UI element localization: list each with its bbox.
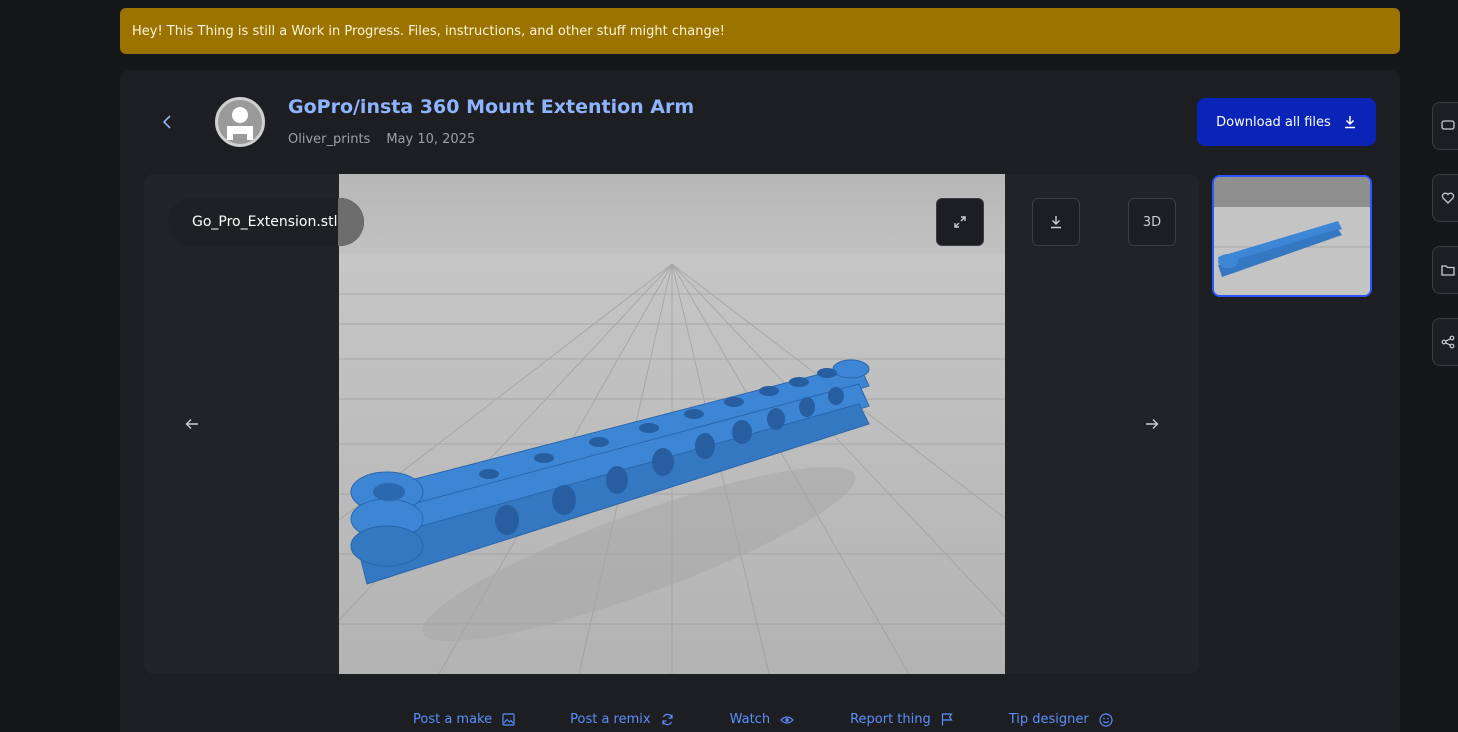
folder-icon — [1441, 265, 1455, 276]
wip-banner: Hey! This Thing is still a Work in Progr… — [120, 8, 1400, 54]
share-icon — [1441, 335, 1455, 349]
comment-icon — [1441, 120, 1455, 130]
download-all-label: Download all files — [1216, 114, 1331, 130]
download-icon — [1344, 116, 1355, 129]
smile-icon — [1099, 712, 1113, 727]
filename-label: Go_Pro_Extension.stl — [192, 214, 338, 230]
prev-image-button[interactable] — [180, 412, 204, 436]
tip-designer-label: Tip designer — [1008, 712, 1089, 727]
user-icon — [227, 107, 253, 140]
download-icon — [1051, 216, 1061, 229]
expand-icon — [954, 216, 966, 228]
share-side-button[interactable] — [1432, 318, 1458, 366]
post-remix-label: Post a remix — [570, 712, 651, 727]
post-make-action[interactable]: Post a make — [413, 712, 515, 727]
arrow-left-icon — [185, 419, 198, 429]
comments-side-button[interactable] — [1432, 102, 1458, 150]
image-icon — [502, 713, 515, 726]
filename-pill[interactable]: Go_Pro_Extension.stl — [168, 198, 364, 246]
chevron-left-icon — [162, 115, 171, 129]
fullscreen-button[interactable] — [936, 198, 984, 246]
thumbnail-item[interactable] — [1212, 175, 1372, 297]
wip-banner-text: Hey! This Thing is still a Work in Progr… — [132, 23, 725, 39]
thing-actions: Post a make Post a remix Watch Report th… — [413, 712, 1113, 727]
collect-side-button[interactable] — [1432, 246, 1458, 294]
next-image-button[interactable] — [1140, 412, 1164, 436]
thing-title[interactable]: GoPro/insta 360 Mount Extention Arm — [288, 96, 694, 118]
avatar[interactable] — [215, 97, 265, 147]
watch-action[interactable]: Watch — [730, 712, 794, 727]
thumbnail-image — [1214, 177, 1370, 295]
flag-icon — [941, 713, 953, 726]
like-side-button[interactable] — [1432, 174, 1458, 222]
thing-meta: Oliver_prints May 10, 2025 — [288, 132, 475, 147]
refresh-icon — [661, 713, 673, 726]
model-render-image — [339, 254, 1005, 674]
author-link[interactable]: Oliver_prints — [288, 132, 370, 147]
heart-icon — [1441, 192, 1455, 204]
view-3d-label: 3D — [1142, 214, 1162, 230]
report-thing-label: Report thing — [850, 712, 931, 727]
arrow-right-icon — [1146, 419, 1159, 429]
model-viewer — [144, 174, 1199, 674]
eye-icon — [780, 715, 794, 724]
model-render[interactable] — [339, 174, 1005, 674]
download-file-button[interactable] — [1032, 198, 1080, 246]
watch-label: Watch — [729, 712, 771, 727]
back-button[interactable] — [158, 112, 178, 132]
tip-designer-action[interactable]: Tip designer — [1009, 712, 1113, 727]
post-make-label: Post a make — [413, 712, 493, 727]
report-thing-action[interactable]: Report thing — [850, 712, 953, 727]
post-remix-action[interactable]: Post a remix — [570, 712, 673, 727]
view-3d-button[interactable]: 3D — [1128, 198, 1176, 246]
publish-date: May 10, 2025 — [386, 132, 476, 147]
download-all-button[interactable]: Download all files — [1197, 98, 1376, 146]
